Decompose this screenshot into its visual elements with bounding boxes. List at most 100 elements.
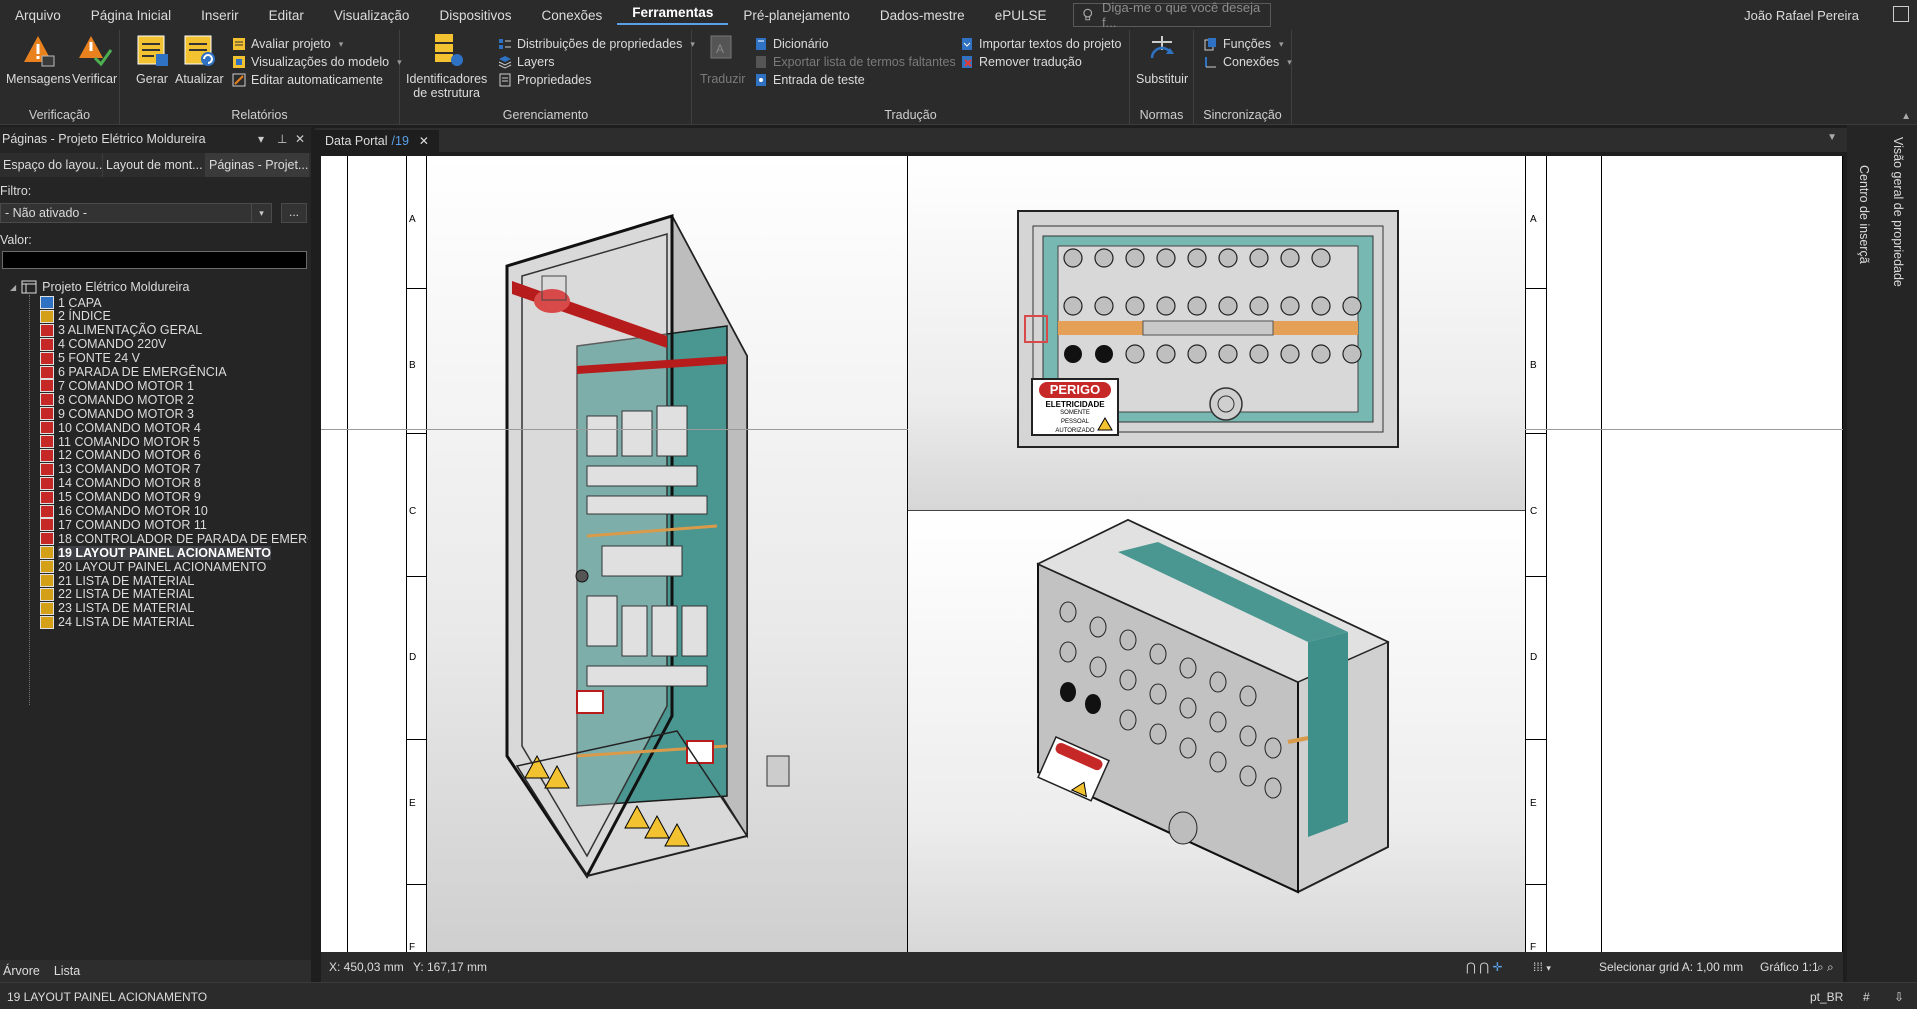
properties-icon: [499, 73, 511, 87]
viewport-box-isometric[interactable]: [908, 512, 1525, 952]
menu-epulse[interactable]: ePULSE: [980, 8, 1062, 23]
status-hash[interactable]: #: [1863, 990, 1870, 1004]
insertion-center-tab[interactable]: Centro de inserçã: [1857, 165, 1871, 264]
snap-object-icon[interactable]: ⋂: [1466, 960, 1476, 974]
coordinate-bar: X: 450,03 mm Y: 167,17 mm ⋂ ⋂ ✛ ⁞⁞⁞ ▾ Se…: [321, 952, 1843, 982]
status-locale[interactable]: pt_BR: [1810, 990, 1843, 1004]
editar-automaticamente-button[interactable]: Editar automaticamente: [232, 70, 383, 90]
drawing-canvas[interactable]: A B C D E F A B C D E F PERIGO ELETRICID…: [321, 156, 1843, 952]
grid-selection[interactable]: Selecionar grid A: 1,00 mm: [1599, 960, 1743, 974]
visualizacoes-modelo-button[interactable]: Visualizações do modelo ▾: [232, 52, 402, 72]
conexoes-sync-button[interactable]: Conexões ▾: [1204, 52, 1292, 72]
funcoes-button[interactable]: Funções ▾: [1204, 34, 1283, 54]
verificar-label: Verificar: [72, 72, 118, 86]
value-input[interactable]: [2, 251, 307, 269]
gerar-button[interactable]: Gerar: [134, 32, 170, 86]
conexoes-sync-label: Conexões: [1223, 55, 1280, 69]
verificar-button[interactable]: Verificar: [72, 32, 117, 86]
snap-grid-icon[interactable]: ⋂: [1479, 960, 1489, 974]
identificadores-label-1: Identificadores: [406, 72, 488, 86]
layers-button[interactable]: Layers: [498, 52, 555, 72]
download-icon[interactable]: ⇩: [1894, 990, 1904, 1004]
tab-arvore[interactable]: Árvore: [3, 964, 40, 978]
entrada-label: Entrada de teste: [773, 73, 865, 87]
close-tab-icon[interactable]: ✕: [419, 134, 429, 148]
menu-visualizacao[interactable]: Visualização: [319, 8, 425, 23]
menu-inserir[interactable]: Inserir: [186, 8, 254, 23]
avaliar-projeto-button[interactable]: Avaliar projeto ▾: [232, 34, 343, 54]
tab-espaco-layout[interactable]: Espaço do layou...: [0, 153, 103, 177]
chevron-down-icon: ▾: [251, 204, 271, 222]
connections-sync-icon: [1205, 57, 1216, 68]
row-separator: [1525, 739, 1546, 740]
window-restore-icon[interactable]: [1893, 6, 1909, 22]
tell-me-search-box[interactable]: Diga-me o que você deseja f...: [1073, 0, 1272, 30]
distribuicoes-label: Distribuições de propriedades: [517, 37, 683, 51]
viewport-front-view[interactable]: PERIGO ELETRICIDADE SOMENTE PESSOAL AUTO…: [908, 156, 1525, 511]
menu-pre-planejamento[interactable]: Pré-planejamento: [728, 8, 865, 23]
substituir-label: Substituir: [1136, 72, 1189, 86]
menu-arquivo[interactable]: Arquivo: [0, 8, 76, 23]
zoom-icons[interactable]: ⌕ ⌕: [1817, 960, 1834, 975]
lightbulb-icon: [1083, 8, 1093, 21]
tell-me-placeholder: Diga-me o que você deseja f...: [1101, 0, 1261, 30]
layers-label: Layers: [517, 55, 555, 69]
filter-more-button[interactable]: ...: [281, 203, 307, 223]
remover-traducao-button[interactable]: Remover tradução: [960, 52, 1082, 72]
substituir-button[interactable]: Substituir: [1136, 32, 1188, 86]
atualizar-button[interactable]: Atualizar: [175, 32, 224, 86]
frame-line: [347, 156, 348, 952]
tab-layout-montagem[interactable]: Layout de mont...: [103, 153, 206, 177]
traduzir-button[interactable]: A Traduzir: [700, 32, 745, 86]
crosshair-icon[interactable]: ✛: [1492, 960, 1502, 974]
tree-page-item[interactable]: 24 LISTA DE MATERIAL: [40, 614, 194, 631]
entrada-teste-button[interactable]: Entrada de teste: [754, 70, 865, 90]
tree-root-node[interactable]: ◢ Projeto Elétrico Moldureira: [10, 280, 189, 294]
panel-menu-icon[interactable]: ▾: [258, 132, 264, 146]
frame-line: [406, 156, 407, 952]
project-icon: [21, 280, 37, 294]
menu-ferramentas[interactable]: Ferramentas: [617, 5, 729, 25]
propriedades-button[interactable]: Propriedades: [498, 70, 591, 90]
filter-select[interactable]: - Não ativado - ▾: [0, 203, 272, 223]
menu-dados-mestre[interactable]: Dados-mestre: [865, 8, 980, 23]
y-coordinate: Y: 167,17 mm: [413, 960, 488, 974]
user-name[interactable]: João Rafael Pereira: [1744, 8, 1859, 23]
layers-icon: [498, 56, 512, 69]
menu-editar[interactable]: Editar: [254, 8, 319, 23]
traduzir-label: Traduzir: [700, 72, 746, 86]
group-label-gerenciamento: Gerenciamento: [502, 108, 589, 122]
menu-conexoes[interactable]: Conexões: [526, 8, 617, 23]
close-icon[interactable]: ✕: [295, 132, 305, 146]
graphic-scale[interactable]: Gráfico 1:1: [1760, 960, 1819, 974]
collapse-ribbon-icon[interactable]: ▲: [1901, 111, 1911, 122]
frame-line: [1546, 156, 1547, 952]
document-tab-active[interactable]: Data Portal /19 ✕: [315, 128, 439, 152]
snap-icons[interactable]: ⋂ ⋂ ✛: [1466, 960, 1502, 974]
translate-icon: A: [710, 35, 732, 59]
box-isometric-drawing: [1036, 518, 1390, 894]
distribuicoes-propriedades-button[interactable]: Distribuições de propriedades ▾: [498, 34, 695, 54]
tab-list-dropdown-icon[interactable]: ▼: [1827, 132, 1837, 143]
importar-textos-button[interactable]: Importar textos do projeto: [960, 34, 1121, 54]
menu-pagina-inicial[interactable]: Página Inicial: [76, 8, 186, 23]
identificadores-estrutura-button[interactable]: Identificadores de estrutura: [406, 32, 487, 100]
property-distribution-icon: [499, 39, 511, 49]
exportar-lista-button[interactable]: Exportar lista de termos faltantes: [754, 52, 956, 72]
viewport-cabinet-isometric[interactable]: [427, 156, 907, 952]
property-overview-tab[interactable]: Visão geral de propriedade: [1891, 137, 1905, 287]
tree-collapse-icon[interactable]: ◢: [10, 283, 16, 292]
replace-icon: [1150, 36, 1175, 59]
pages-navigator-panel: Páginas - Projeto Elétrico Moldureira ▾ …: [0, 127, 311, 982]
pin-icon[interactable]: ⊥: [277, 132, 287, 146]
structure-identifiers-icon: [434, 34, 463, 66]
tab-lista[interactable]: Lista: [54, 964, 80, 978]
menu-dispositivos[interactable]: Dispositivos: [424, 8, 526, 23]
mensagens-button[interactable]: Mensagens: [6, 32, 71, 86]
right-side-panels: Centro de inserçã Visão geral de proprie…: [1847, 125, 1917, 982]
dicionario-button[interactable]: Dicionário: [754, 34, 829, 54]
mensagens-label: Mensagens: [6, 72, 71, 86]
grid-toggle-icon[interactable]: ⁞⁞⁞ ▾: [1533, 960, 1551, 974]
group-traducao: A Traduzir Dicionário Exportar lista de …: [692, 30, 1130, 125]
tab-paginas[interactable]: Páginas - Projet...: [206, 153, 309, 177]
